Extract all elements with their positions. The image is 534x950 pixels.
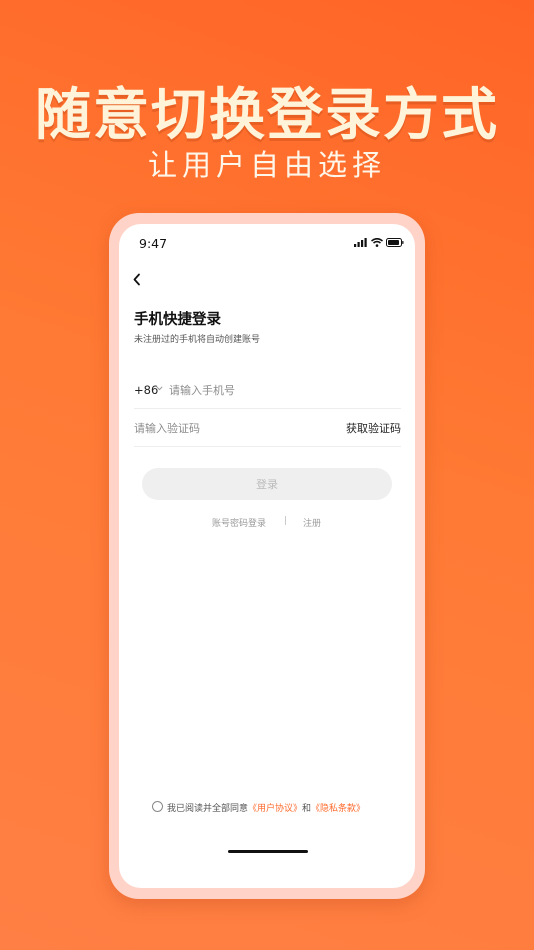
- login-button[interactable]: 登录: [142, 468, 392, 500]
- country-code-selector[interactable]: +86: [134, 383, 158, 397]
- get-code-button[interactable]: 获取验证码: [346, 420, 401, 436]
- chevron-left-icon: [133, 273, 140, 286]
- agreement-prefix: 我已阅读并全部同意: [167, 804, 249, 814]
- register-link[interactable]: 注册: [303, 516, 321, 529]
- login-subtitle: 未注册过的手机将自动创建账号: [134, 335, 261, 345]
- phone-number-input[interactable]: [169, 379, 394, 401]
- promo-subline: 让用户自由选择: [147, 148, 386, 182]
- privacy-policy-link[interactable]: 《隐私条款》: [311, 804, 365, 814]
- back-button[interactable]: [127, 268, 149, 292]
- home-indicator: [228, 850, 308, 853]
- battery-icon: [386, 238, 404, 247]
- chevron-down-icon[interactable]: [156, 386, 163, 391]
- phone-screen: 9:47 手机快捷登录 未注册过的手机将自动创建账号 +86 请输入手机号 请输…: [119, 224, 415, 888]
- password-login-link[interactable]: 账号密码登录: [212, 516, 266, 529]
- links-divider: |: [284, 516, 288, 526]
- agreement-text: 我已阅读并全部同意《用户协议》和《隐私条款》: [167, 801, 365, 814]
- signal-icon: [354, 238, 367, 247]
- wifi-icon: [371, 238, 383, 247]
- promo-headline: 随意切换登录方式: [35, 83, 499, 148]
- verification-code-input[interactable]: [134, 417, 304, 439]
- status-time: 9:47: [139, 236, 168, 251]
- agree-checkbox[interactable]: [152, 801, 163, 812]
- phone-number-row: +86: [134, 374, 401, 409]
- login-title: 手机快捷登录: [134, 312, 221, 328]
- user-agreement-link[interactable]: 《用户协议》: [248, 804, 302, 814]
- verification-code-row: 获取验证码: [134, 412, 401, 447]
- agreement-conjunction: 和: [302, 804, 312, 814]
